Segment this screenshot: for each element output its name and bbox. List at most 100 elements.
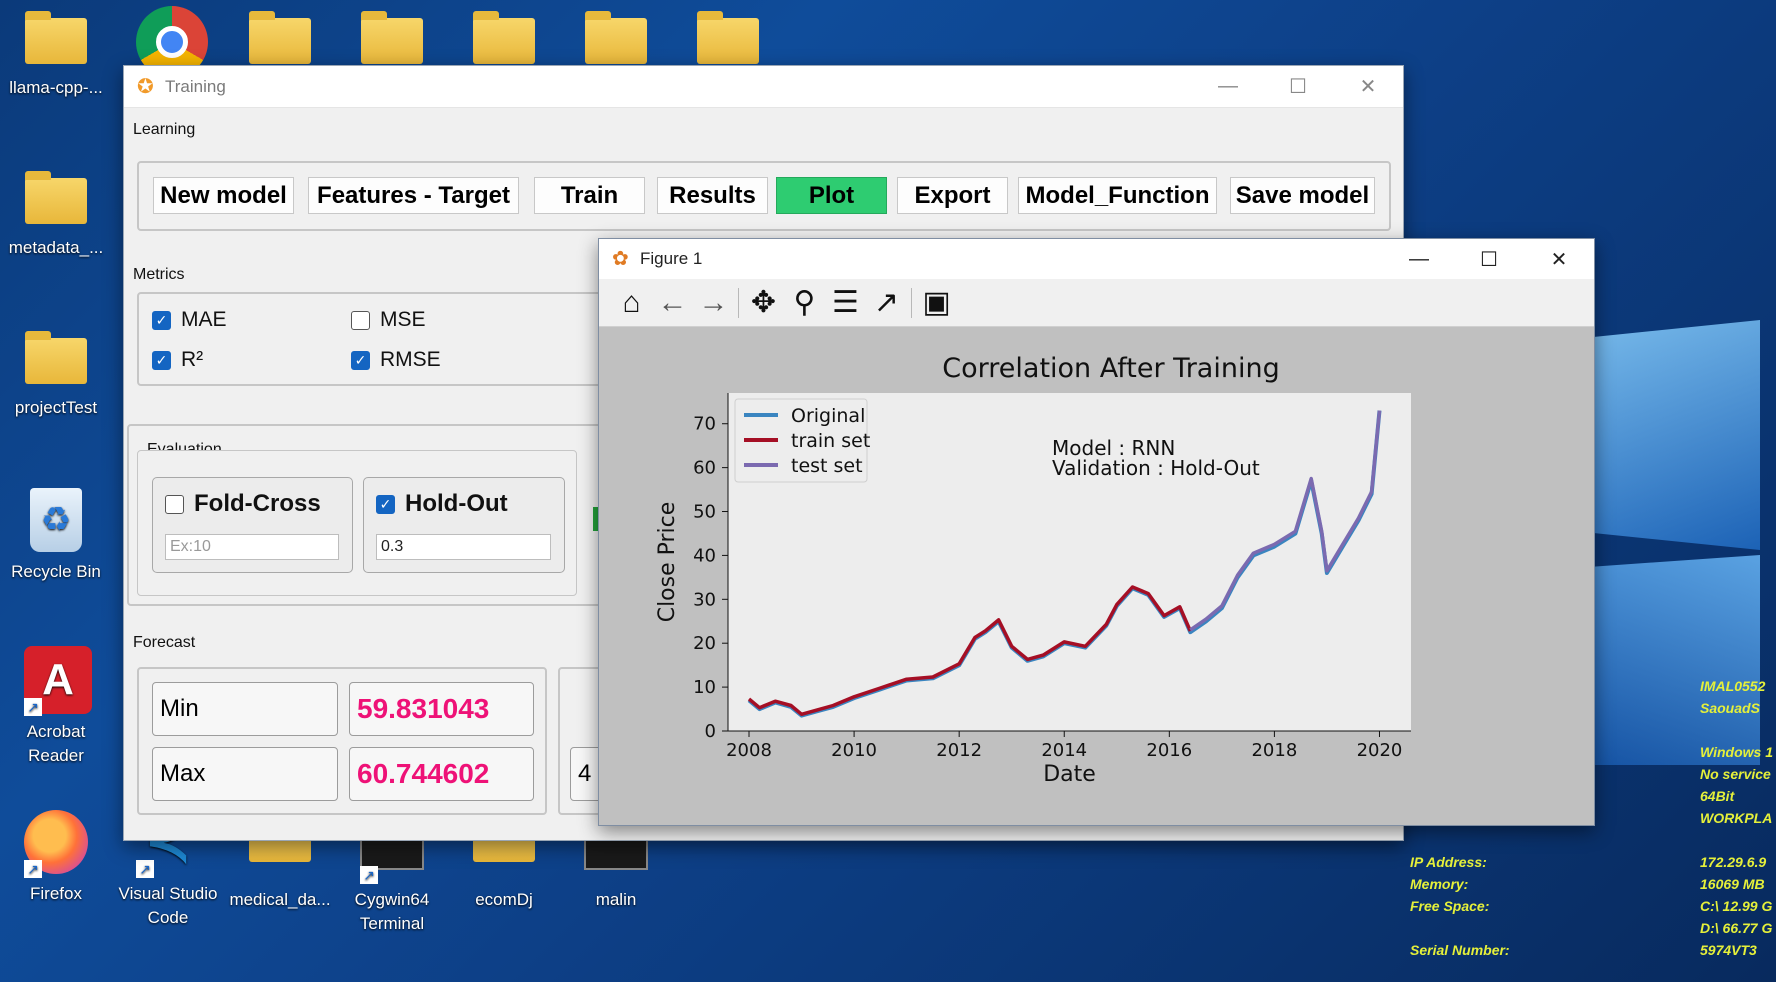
- edit-axis-icon[interactable]: ↗: [866, 283, 907, 323]
- model-function-button[interactable]: Model_Function: [1018, 177, 1217, 214]
- hold-out-input[interactable]: 0.3: [376, 534, 551, 560]
- metric-r2-checkbox[interactable]: ✓ R²: [152, 348, 203, 372]
- metric-mse-checkbox[interactable]: MSE: [351, 308, 426, 332]
- y-tick-label: 40: [693, 545, 716, 566]
- desktop-icon-projecttest[interactable]: projectTest: [0, 331, 112, 420]
- chart-title: Correlation After Training: [942, 353, 1279, 384]
- legend-entry: test set: [791, 455, 863, 477]
- wallpaper-light-beam: [1580, 320, 1760, 550]
- checkbox-checked-icon: ✓: [152, 350, 171, 370]
- hold-out-panel: ✓ Hold-Out 0.3: [363, 477, 565, 573]
- checkbox-unchecked-icon: [165, 494, 184, 514]
- toolbar-separator: [911, 287, 912, 318]
- legend-entry: train set: [791, 430, 870, 452]
- folder-icon: [25, 331, 87, 384]
- metrics-label: Metrics: [133, 266, 185, 283]
- y-tick-label: 60: [693, 458, 716, 479]
- folder-icon: [249, 11, 311, 64]
- maximize-button[interactable]: ☐: [1263, 66, 1333, 108]
- metric-mae-checkbox[interactable]: ✓ MAE: [152, 308, 227, 332]
- fold-cross-input[interactable]: Ex:10: [165, 534, 339, 560]
- y-tick-label: 50: [693, 502, 716, 523]
- folder-icon: [25, 171, 87, 224]
- forward-arrow-icon[interactable]: →: [693, 283, 734, 323]
- close-icon: ✕: [1359, 76, 1377, 98]
- hold-out-checkbox[interactable]: ✓ Hold-Out: [376, 490, 508, 518]
- desktop-icon-recycle-bin[interactable]: ♻ Recycle Bin: [0, 488, 112, 584]
- desktop-icon-firefox[interactable]: ↗ Firefox: [0, 810, 112, 906]
- x-tick-label: 2014: [1041, 740, 1087, 761]
- y-tick-label: 0: [705, 721, 716, 742]
- plot-button[interactable]: Plot: [776, 177, 887, 214]
- correlation-chart: Correlation After Training 2008 2010 2012 2…: [655, 353, 1411, 787]
- train-button[interactable]: Train: [534, 177, 645, 214]
- folder-icon: [25, 11, 87, 64]
- x-tick-label: 2008: [726, 740, 772, 761]
- window-title: Training: [165, 76, 226, 96]
- chart-annotation-validation: Validation : Hold-Out: [1052, 456, 1260, 480]
- fold-cross-checkbox[interactable]: Fold-Cross: [165, 490, 321, 518]
- x-tick-label: 2010: [831, 740, 877, 761]
- sysinfo-value: SaouadS: [1700, 700, 1760, 716]
- x-tick-label: 2016: [1146, 740, 1192, 761]
- figure-minimize-button[interactable]: —: [1384, 238, 1454, 280]
- checkbox-checked-icon: ✓: [351, 350, 370, 370]
- desktop-icon-acrobat[interactable]: A ↗ Acrobat Reader: [0, 646, 112, 768]
- app-star-icon: ✪: [137, 75, 154, 98]
- forecast-label: Forecast: [133, 634, 196, 651]
- zoom-icon[interactable]: ⚲: [784, 283, 825, 323]
- sysinfo-value: D:\ 66.77 G: [1700, 920, 1773, 936]
- figure-close-button[interactable]: ✕: [1524, 238, 1594, 280]
- fold-cross-panel: Fold-Cross Ex:10: [152, 477, 353, 573]
- figure-window: ✿ Figure 1 — ☐ ✕ ⌂ ← → ✥ ⚲ ☰ ↗ ▣ Correla…: [598, 238, 1595, 826]
- sysinfo-value: C:\ 12.99 G: [1700, 898, 1773, 914]
- forecast-min-label: Min: [152, 682, 338, 736]
- recycle-bin-icon: ♻: [30, 488, 82, 552]
- shortcut-arrow-icon: ↗: [24, 860, 42, 878]
- sysinfo-value: 172.29.6.9: [1700, 854, 1767, 870]
- desktop-icon-llama-cpp[interactable]: llama-cpp-...: [0, 11, 112, 100]
- training-titlebar[interactable]: ✪ Training — ☐ ✕: [124, 66, 1403, 108]
- minimize-icon: —: [1218, 75, 1238, 97]
- figure-maximize-button[interactable]: ☐: [1454, 238, 1524, 280]
- pan-icon[interactable]: ✥: [743, 283, 784, 323]
- y-axis-label: Close Price: [655, 502, 680, 623]
- folder-icon: [361, 11, 423, 64]
- close-button[interactable]: ✕: [1333, 66, 1403, 108]
- shortcut-arrow-icon: ↗: [360, 866, 378, 884]
- sysinfo-value: Windows 1: [1700, 744, 1773, 760]
- sysinfo-value: 64Bit: [1700, 788, 1735, 804]
- sysinfo-value: WORKPLA: [1700, 810, 1773, 826]
- new-model-button[interactable]: New model: [153, 177, 294, 214]
- y-tick-label: 20: [693, 633, 716, 654]
- sysinfo-value: IMAL0552: [1700, 678, 1766, 694]
- results-button[interactable]: Results: [657, 177, 768, 214]
- home-icon[interactable]: ⌂: [611, 283, 652, 323]
- sysinfo-value: 5974VT3: [1700, 942, 1757, 958]
- maximize-icon: ☐: [1289, 76, 1307, 98]
- folder-icon: [585, 11, 647, 64]
- metric-rmse-checkbox[interactable]: ✓ RMSE: [351, 348, 441, 372]
- x-tick-label: 2018: [1251, 740, 1297, 761]
- minimize-button[interactable]: —: [1193, 66, 1263, 108]
- figure-titlebar[interactable]: ✿ Figure 1 — ☐ ✕: [599, 239, 1594, 279]
- sysinfo-label: Free Space:: [1410, 898, 1490, 914]
- legend-entry: Original: [791, 405, 865, 427]
- checkbox-checked-icon: ✓: [376, 494, 395, 514]
- configure-subplots-icon[interactable]: ☰: [825, 283, 866, 323]
- desktop-icon-metadata[interactable]: metadata_...: [0, 171, 112, 260]
- save-model-button[interactable]: Save model: [1230, 177, 1375, 214]
- sysinfo-label: Serial Number:: [1410, 942, 1510, 958]
- back-arrow-icon[interactable]: ←: [652, 283, 693, 323]
- y-tick-label: 10: [693, 677, 716, 698]
- sysinfo-value: 16069 MB: [1700, 876, 1765, 892]
- features-target-button[interactable]: Features - Target: [308, 177, 519, 214]
- close-icon: ✕: [1550, 248, 1568, 271]
- maximize-icon: ☐: [1480, 248, 1498, 271]
- desktop-icon-chrome[interactable]: [112, 6, 224, 78]
- sysinfo-label: Memory:: [1410, 876, 1469, 892]
- folder-icon: [473, 11, 535, 64]
- shortcut-arrow-icon: ↗: [136, 860, 154, 878]
- save-icon[interactable]: ▣: [916, 283, 957, 323]
- export-button[interactable]: Export: [897, 177, 1008, 214]
